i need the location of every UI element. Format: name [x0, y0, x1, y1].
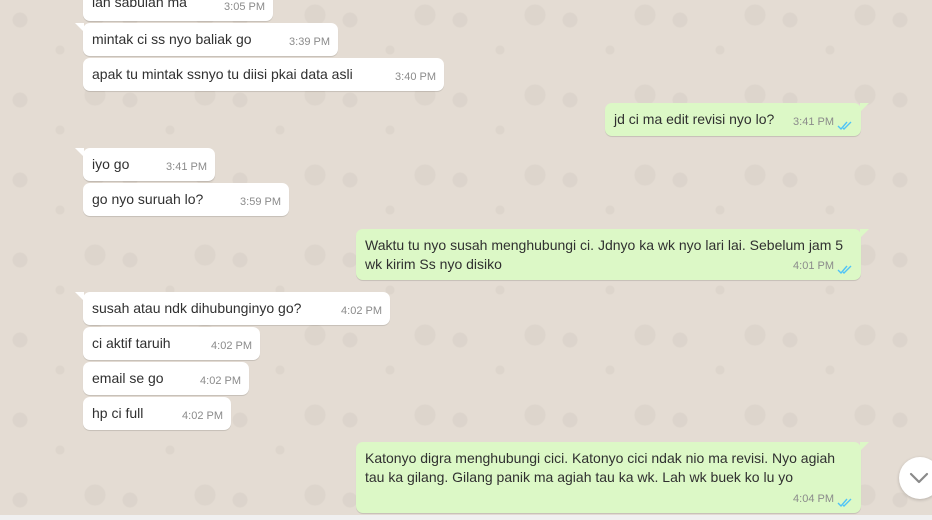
message-time: 4:01 PM: [793, 260, 834, 272]
message-time: 4:02 PM: [211, 340, 252, 352]
bubble-tail: [75, 23, 84, 32]
message-incoming[interactable]: go nyo suruah lo? 3:59 PM: [83, 183, 289, 216]
message-time: 4:04 PM: [793, 493, 834, 505]
message-incoming[interactable]: hp ci full 4:02 PM: [83, 397, 231, 430]
message-incoming[interactable]: apak tu mintak ssnyo tu diisi pkai data …: [83, 58, 444, 91]
message-time: 4:02 PM: [182, 410, 223, 422]
double-check-icon: [837, 121, 852, 131]
message-time: 4:02 PM: [200, 375, 241, 387]
message-time: 3:05 PM: [224, 1, 265, 13]
message-incoming[interactable]: ci aktif taruih 4:02 PM: [83, 327, 260, 360]
bubble-tail: [860, 229, 869, 238]
bubble-tail: [860, 442, 869, 451]
message-text: email se go: [92, 370, 164, 386]
bubble-tail: [860, 103, 869, 112]
message-text: lah sabulan ma: [92, 0, 187, 10]
message-incoming[interactable]: lah sabulan ma 3:05 PM: [83, 0, 273, 21]
message-time: 3:39 PM: [289, 36, 330, 48]
double-check-icon: [837, 498, 852, 508]
message-time: 3:41 PM: [166, 161, 207, 173]
message-text: Waktu tu nyo susah menghubungi ci. Jdnyo…: [365, 237, 844, 272]
message-text: go nyo suruah lo?: [92, 191, 204, 207]
double-check-icon: [837, 265, 852, 275]
message-outgoing[interactable]: Waktu tu nyo susah menghubungi ci. Jdnyo…: [356, 229, 869, 280]
message-text: susah atau ndk dihubunginyo go?: [92, 300, 302, 316]
message-text: mintak ci ss nyo baliak go: [92, 31, 252, 47]
message-incoming[interactable]: mintak ci ss nyo baliak go 3:39 PM: [75, 23, 338, 56]
message-outgoing[interactable]: Katonyo digra menghubungi cici. Katonyo …: [356, 442, 869, 513]
message-time: 3:41 PM: [793, 116, 834, 128]
message-text: apak tu mintak ssnyo tu diisi pkai data …: [92, 66, 353, 82]
message-outgoing[interactable]: jd ci ma edit revisi nyo lo? 3:41 PM: [605, 103, 869, 136]
compose-bar-edge: [0, 515, 932, 520]
chevron-down-icon: [909, 472, 929, 484]
message-text: iyo go: [92, 156, 130, 172]
message-incoming[interactable]: email se go 4:02 PM: [83, 362, 249, 395]
bubble-tail: [75, 292, 84, 301]
bubble-tail: [75, 148, 84, 157]
message-incoming[interactable]: iyo go 3:41 PM: [75, 148, 215, 181]
message-text: Katonyo digra menghubungi cici. Katonyo …: [365, 450, 836, 485]
message-time: 3:40 PM: [395, 71, 436, 83]
message-time: 3:59 PM: [240, 196, 281, 208]
message-text: jd ci ma edit revisi nyo lo?: [614, 111, 775, 127]
message-incoming[interactable]: susah atau ndk dihubunginyo go? 4:02 PM: [75, 292, 390, 325]
message-time: 4:02 PM: [341, 305, 382, 317]
message-text: hp ci full: [92, 405, 144, 421]
message-text: ci aktif taruih: [92, 335, 171, 351]
